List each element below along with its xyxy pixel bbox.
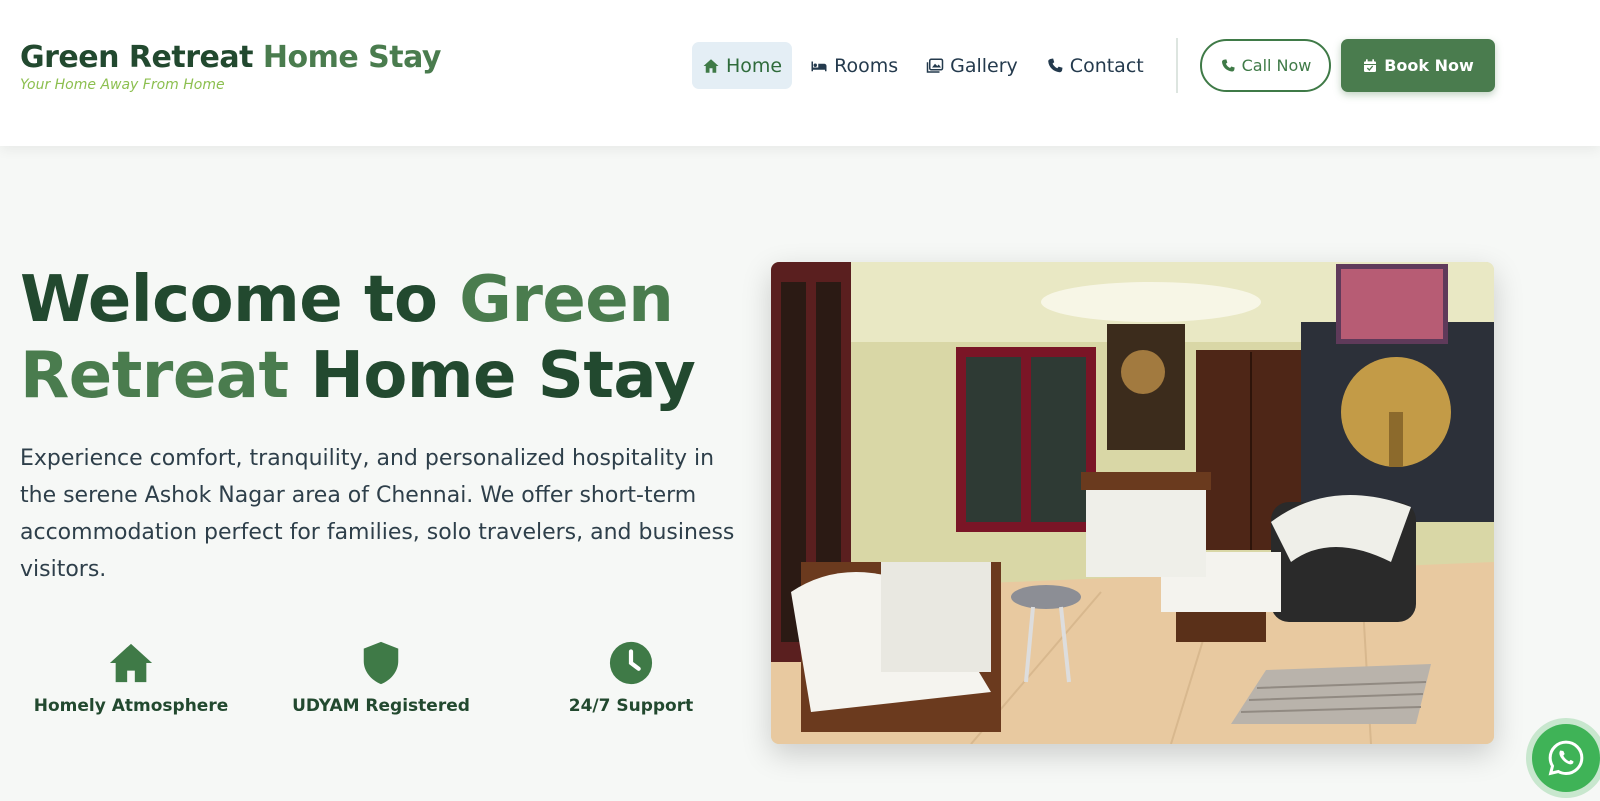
home-icon (703, 58, 719, 73)
feature-label: Homely Atmosphere (33, 696, 229, 716)
brand-name-part1: Green Retreat (20, 40, 253, 75)
hero-description: Experience comfort, tranquility, and per… (20, 446, 735, 582)
images-icon (926, 58, 944, 73)
feature-homely-atmosphere: Homely Atmosphere (21, 640, 241, 716)
call-now-label: Call Now (1241, 56, 1312, 75)
feature-label: 24/7 Support (568, 696, 694, 716)
bed-icon (811, 61, 827, 71)
feature-support: 24/7 Support (521, 640, 741, 716)
calendar-icon (1364, 58, 1377, 72)
phone-icon (1221, 58, 1235, 72)
site-header: Green Retreat Home Stay Your Home Away F… (0, 0, 1600, 146)
brand-name: Green Retreat Home Stay (20, 40, 441, 75)
room-photo (771, 262, 1494, 744)
nav-item-home[interactable]: Home (692, 42, 793, 89)
nav-item-rooms[interactable]: Rooms (800, 42, 908, 89)
feature-label: UDYAM Registered (292, 696, 470, 716)
whatsapp-icon (1548, 740, 1584, 776)
shield-icon (363, 641, 399, 685)
hero-title-part3: Retreat (20, 339, 289, 413)
nav-item-contact[interactable]: Contact (1036, 42, 1154, 89)
hero-title-part2: Green (459, 263, 674, 337)
call-now-button[interactable]: Call Now (1200, 39, 1331, 92)
brand-tagline: Your Home Away From Home (20, 77, 225, 93)
nav-item-label: Contact (1069, 54, 1144, 77)
nav-item-label: Home (726, 54, 783, 77)
nav-item-label: Rooms (834, 54, 899, 77)
book-now-button[interactable]: Book Now (1341, 39, 1495, 92)
hero-title-part4: Home Stay (288, 339, 696, 413)
phone-icon (1048, 58, 1063, 72)
brand-logo[interactable]: Green Retreat Home Stay Your Home Away F… (20, 40, 441, 93)
nav-item-gallery[interactable]: Gallery (916, 42, 1028, 89)
brand-name-part2: Home Stay (262, 40, 442, 75)
clock-icon (609, 641, 653, 685)
feature-udyam-registered: UDYAM Registered (271, 640, 491, 716)
book-now-label: Book Now (1384, 56, 1474, 75)
nav-item-label: Gallery (950, 54, 1018, 77)
home-icon (109, 643, 153, 683)
living-room-image (771, 262, 1494, 744)
whatsapp-button[interactable] (1532, 724, 1600, 792)
hero-title: Welcome to Green Retreat Home Stay (20, 262, 720, 414)
main-nav: Home Rooms Gallery Contact (692, 42, 1162, 89)
hero-title-part1: Welcome to (20, 263, 460, 337)
nav-divider (1176, 38, 1178, 93)
